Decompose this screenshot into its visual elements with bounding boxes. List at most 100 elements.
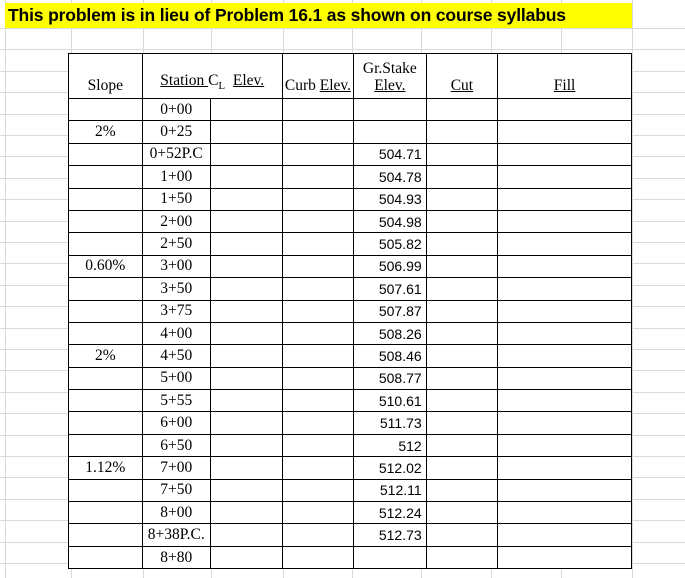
cell-cut[interactable] xyxy=(425,389,499,413)
cell-cut[interactable] xyxy=(425,321,499,346)
cell-slope[interactable] xyxy=(68,366,143,391)
cell-station[interactable]: 4+00 xyxy=(141,321,211,346)
cell-station[interactable]: 6+50 xyxy=(141,433,211,458)
cell-station[interactable]: 8+38P.C. xyxy=(141,523,211,547)
cell-station[interactable]: 3+50 xyxy=(141,277,211,301)
cell-slope[interactable] xyxy=(68,209,143,234)
cell-centerline-elev[interactable] xyxy=(209,187,283,211)
cell-slope[interactable] xyxy=(68,187,143,211)
cell-fill[interactable] xyxy=(497,209,632,234)
cell-fill[interactable] xyxy=(497,277,632,301)
cell-station[interactable]: 8+80 xyxy=(141,545,211,570)
cell-slope[interactable]: 2% xyxy=(68,344,143,368)
cell-slope[interactable] xyxy=(68,299,143,323)
cell-fill[interactable] xyxy=(497,433,632,458)
cell-curb-elev[interactable] xyxy=(281,321,355,346)
cell-fill[interactable] xyxy=(497,545,632,570)
cell-slope[interactable]: 2% xyxy=(68,120,143,144)
cell-fill[interactable] xyxy=(497,299,632,323)
cell-centerline-elev[interactable] xyxy=(209,501,283,525)
cell-station[interactable]: 1+50 xyxy=(141,187,211,211)
cell-slope[interactable]: 0.60% xyxy=(68,254,143,279)
cell-grade-stake-elev[interactable]: 504.71 xyxy=(353,142,427,167)
cell-station[interactable]: 2+00 xyxy=(141,209,211,234)
cell-slope[interactable] xyxy=(68,389,143,413)
cell-station[interactable]: 3+75 xyxy=(141,299,211,323)
cell-curb-elev[interactable] xyxy=(281,187,355,211)
cell-cut[interactable] xyxy=(425,501,499,525)
cell-slope[interactable] xyxy=(68,411,143,435)
cell-station[interactable]: 0+00 xyxy=(141,97,211,122)
cell-curb-elev[interactable] xyxy=(281,232,355,256)
cell-cut[interactable] xyxy=(425,456,499,480)
cell-grade-stake-elev[interactable]: 512.73 xyxy=(353,523,427,547)
cell-cut[interactable] xyxy=(425,366,499,391)
cell-curb-elev[interactable] xyxy=(281,545,355,570)
cell-curb-elev[interactable] xyxy=(281,501,355,525)
cell-slope[interactable] xyxy=(68,321,143,346)
cell-grade-stake-elev[interactable]: 504.93 xyxy=(353,187,427,211)
cell-fill[interactable] xyxy=(497,456,632,480)
cell-centerline-elev[interactable] xyxy=(209,120,283,144)
cell-slope[interactable] xyxy=(68,478,143,503)
cell-fill[interactable] xyxy=(497,411,632,435)
cell-station[interactable]: 7+00 xyxy=(141,456,211,480)
cell-grade-stake-elev[interactable]: 512 xyxy=(353,433,427,458)
cell-curb-elev[interactable] xyxy=(281,165,355,189)
cell-grade-stake-elev[interactable]: 504.98 xyxy=(353,209,427,234)
cell-station[interactable]: 2+50 xyxy=(141,232,211,256)
cell-slope[interactable] xyxy=(68,433,143,458)
cell-fill[interactable] xyxy=(497,142,632,167)
cell-curb-elev[interactable] xyxy=(281,120,355,144)
cell-curb-elev[interactable] xyxy=(281,97,355,122)
cell-grade-stake-elev[interactable]: 507.61 xyxy=(353,277,427,301)
cell-fill[interactable] xyxy=(497,366,632,391)
cell-centerline-elev[interactable] xyxy=(209,254,283,279)
cell-grade-stake-elev[interactable]: 507.87 xyxy=(353,299,427,323)
cell-slope[interactable] xyxy=(68,277,143,301)
cell-cut[interactable] xyxy=(425,545,499,570)
cell-grade-stake-elev[interactable]: 508.77 xyxy=(353,366,427,391)
cell-slope[interactable] xyxy=(68,142,143,167)
cell-fill[interactable] xyxy=(497,254,632,279)
cell-fill[interactable] xyxy=(497,321,632,346)
cell-cut[interactable] xyxy=(425,187,499,211)
cell-station[interactable]: 0+25 xyxy=(141,120,211,144)
cell-fill[interactable] xyxy=(497,187,632,211)
cell-station[interactable]: 0+52P.C xyxy=(141,142,211,167)
cell-slope[interactable] xyxy=(68,545,143,570)
cell-cut[interactable] xyxy=(425,165,499,189)
cell-grade-stake-elev[interactable]: 511.73 xyxy=(353,411,427,435)
cell-curb-elev[interactable] xyxy=(281,366,355,391)
cell-curb-elev[interactable] xyxy=(281,344,355,368)
cell-fill[interactable] xyxy=(497,389,632,413)
cell-centerline-elev[interactable] xyxy=(209,209,283,234)
cell-curb-elev[interactable] xyxy=(281,523,355,547)
cell-slope[interactable]: 1.12% xyxy=(68,456,143,480)
cell-fill[interactable] xyxy=(497,232,632,256)
cell-station[interactable]: 5+55 xyxy=(141,389,211,413)
cell-cut[interactable] xyxy=(425,277,499,301)
cell-grade-stake-elev[interactable]: 510.61 xyxy=(353,389,427,413)
cell-centerline-elev[interactable] xyxy=(209,523,283,547)
cell-curb-elev[interactable] xyxy=(281,142,355,167)
cell-centerline-elev[interactable] xyxy=(209,545,283,570)
cell-grade-stake-elev[interactable]: 506.99 xyxy=(353,254,427,279)
cell-fill[interactable] xyxy=(497,120,632,144)
cell-cut[interactable] xyxy=(425,433,499,458)
cell-centerline-elev[interactable] xyxy=(209,411,283,435)
cell-grade-stake-elev[interactable] xyxy=(353,545,427,570)
cell-curb-elev[interactable] xyxy=(281,411,355,435)
cell-slope[interactable] xyxy=(68,165,143,189)
cell-cut[interactable] xyxy=(425,478,499,503)
cell-station[interactable]: 6+00 xyxy=(141,411,211,435)
cell-grade-stake-elev[interactable]: 504.78 xyxy=(353,165,427,189)
cell-centerline-elev[interactable] xyxy=(209,142,283,167)
cell-centerline-elev[interactable] xyxy=(209,456,283,480)
cell-cut[interactable] xyxy=(425,411,499,435)
cell-station[interactable]: 4+50 xyxy=(141,344,211,368)
cell-cut[interactable] xyxy=(425,299,499,323)
cell-fill[interactable] xyxy=(497,478,632,503)
cell-centerline-elev[interactable] xyxy=(209,433,283,458)
cell-centerline-elev[interactable] xyxy=(209,277,283,301)
